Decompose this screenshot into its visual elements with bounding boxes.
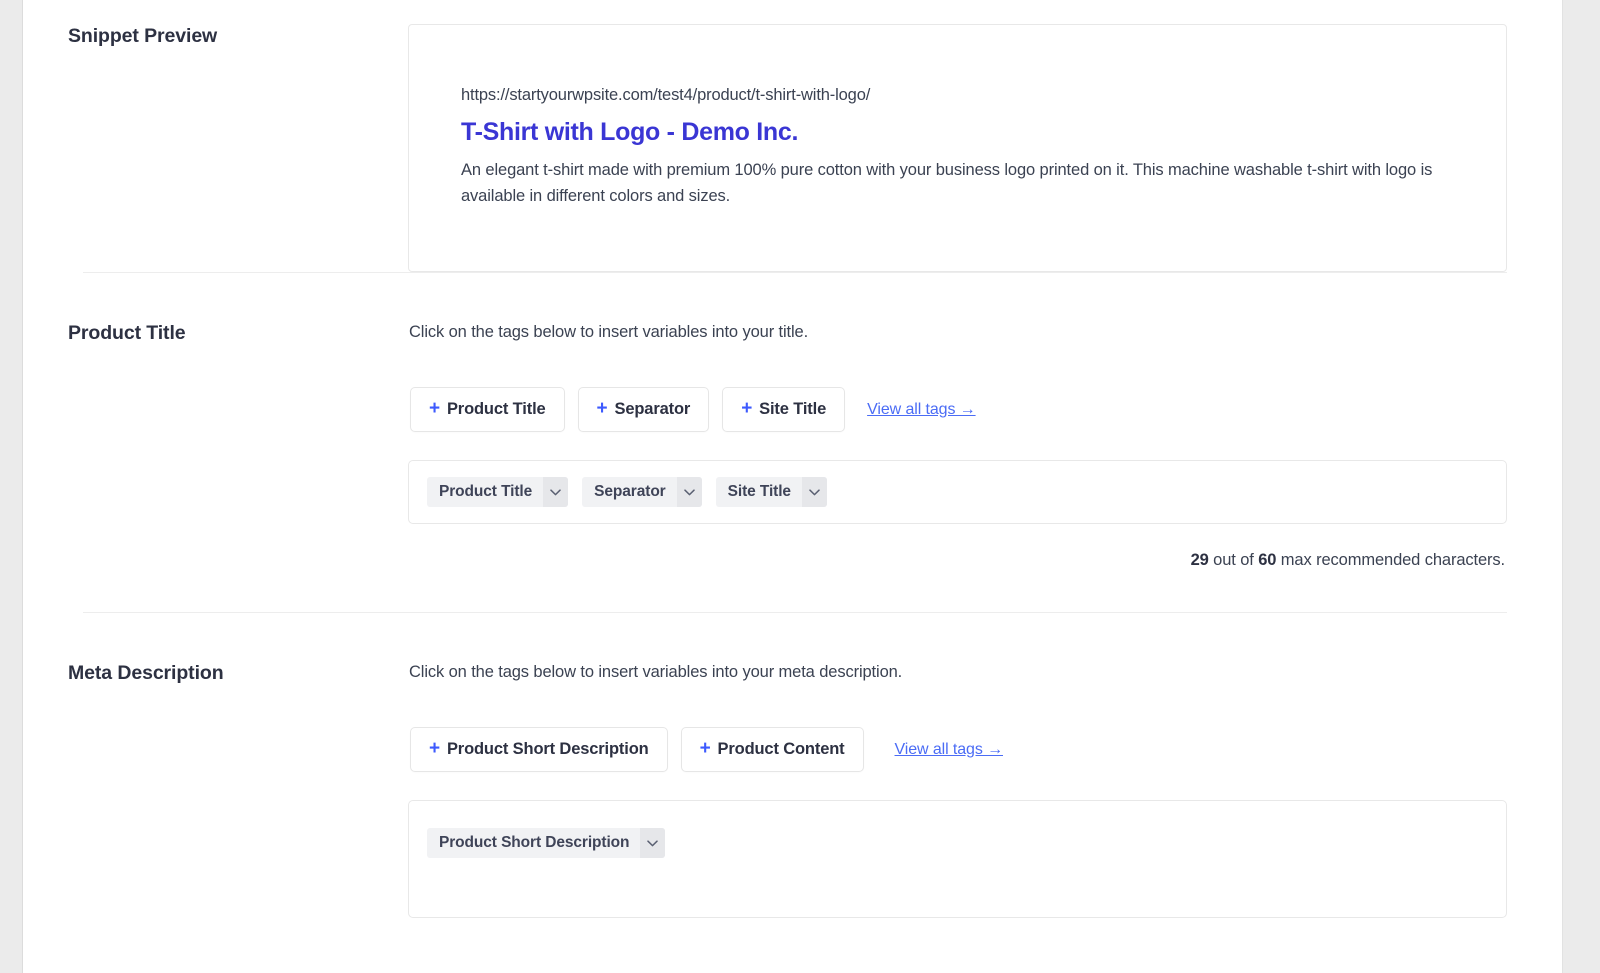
- chip-separator[interactable]: Separator: [582, 477, 701, 507]
- meta-description-tag-input[interactable]: Product Short Description: [408, 800, 1507, 918]
- char-count-suffix: max recommended characters.: [1276, 551, 1505, 569]
- product-title-helper-text: Click on the tags below to insert variab…: [408, 321, 1507, 344]
- plus-icon: +: [597, 399, 608, 418]
- chevron-down-icon[interactable]: [640, 828, 665, 858]
- product-title-label-col: Product Title: [23, 321, 408, 346]
- chip-product-short-description[interactable]: Product Short Description: [427, 828, 665, 858]
- title-character-counter: 29 out of 60 max recommended characters.: [408, 551, 1507, 570]
- chip-product-title[interactable]: Product Title: [427, 477, 568, 507]
- meta-description-helper-text: Click on the tags below to insert variab…: [408, 661, 1507, 684]
- plus-icon: +: [429, 739, 440, 758]
- add-tag-product-content-button[interactable]: + Product Content: [681, 727, 864, 772]
- right-gutter: [1564, 0, 1600, 973]
- product-title-tag-button-row: + Product Title + Separator + Site Title…: [408, 387, 1507, 432]
- plus-icon: +: [741, 399, 752, 418]
- view-all-tags-link-meta[interactable]: View all tags →: [895, 741, 1003, 759]
- section-meta-description: Meta Description Click on the tags below…: [23, 613, 1562, 918]
- add-tag-label: Separator: [615, 400, 691, 419]
- product-title-tag-input[interactable]: Product Title Separator Site Title: [408, 460, 1507, 524]
- add-tag-site-title-button[interactable]: + Site Title: [722, 387, 845, 432]
- add-tag-label: Product Short Description: [447, 740, 649, 759]
- char-count-max: 60: [1258, 551, 1276, 569]
- meta-description-tag-button-row: + Product Short Description + Product Co…: [408, 727, 1507, 772]
- chip-label: Separator: [582, 477, 676, 507]
- snippet-preview-label-col: Snippet Preview: [23, 24, 408, 49]
- chip-label: Product Short Description: [427, 828, 640, 858]
- snippet-preview-box: https://startyourwpsite.com/test4/produc…: [408, 24, 1507, 272]
- page-title: Snippet Preview: [68, 24, 408, 49]
- add-tag-product-short-description-button[interactable]: + Product Short Description: [410, 727, 668, 772]
- add-tag-label: Site Title: [759, 400, 826, 419]
- char-count-mid: out of: [1209, 551, 1259, 569]
- chevron-down-icon[interactable]: [543, 477, 568, 507]
- meta-description-label-col: Meta Description: [23, 661, 408, 686]
- snippet-preview-content: https://startyourwpsite.com/test4/produc…: [408, 24, 1562, 272]
- left-gutter: [0, 0, 22, 973]
- product-title-content: Click on the tags below to insert variab…: [408, 321, 1562, 570]
- meta-description-content: Click on the tags below to insert variab…: [408, 661, 1562, 918]
- plus-icon: +: [429, 399, 440, 418]
- section-product-title: Product Title Click on the tags below to…: [23, 273, 1562, 612]
- snippet-title-link[interactable]: T-Shirt with Logo - Demo Inc.: [461, 116, 1466, 148]
- add-tag-label: Product Content: [718, 740, 845, 759]
- meta-description-label: Meta Description: [68, 661, 408, 686]
- add-tag-separator-button[interactable]: + Separator: [578, 387, 710, 432]
- product-title-label: Product Title: [68, 321, 408, 346]
- chip-label: Site Title: [716, 477, 802, 507]
- view-all-tags-link-title[interactable]: View all tags →: [867, 401, 975, 419]
- plus-icon: +: [700, 739, 711, 758]
- snippet-description: An elegant t-shirt made with premium 100…: [461, 157, 1446, 210]
- chip-site-title[interactable]: Site Title: [716, 477, 827, 507]
- section-snippet-preview: Snippet Preview https://startyourwpsite.…: [23, 0, 1562, 272]
- snippet-url: https://startyourwpsite.com/test4/produc…: [461, 83, 1466, 108]
- chevron-down-icon[interactable]: [802, 477, 827, 507]
- add-tag-product-title-button[interactable]: + Product Title: [410, 387, 565, 432]
- chevron-down-icon[interactable]: [677, 477, 702, 507]
- settings-panel: Snippet Preview https://startyourwpsite.…: [23, 0, 1563, 973]
- chip-label: Product Title: [427, 477, 543, 507]
- page-root: Snippet Preview https://startyourwpsite.…: [0, 0, 1600, 973]
- char-count-current: 29: [1191, 551, 1209, 569]
- add-tag-label: Product Title: [447, 400, 546, 419]
